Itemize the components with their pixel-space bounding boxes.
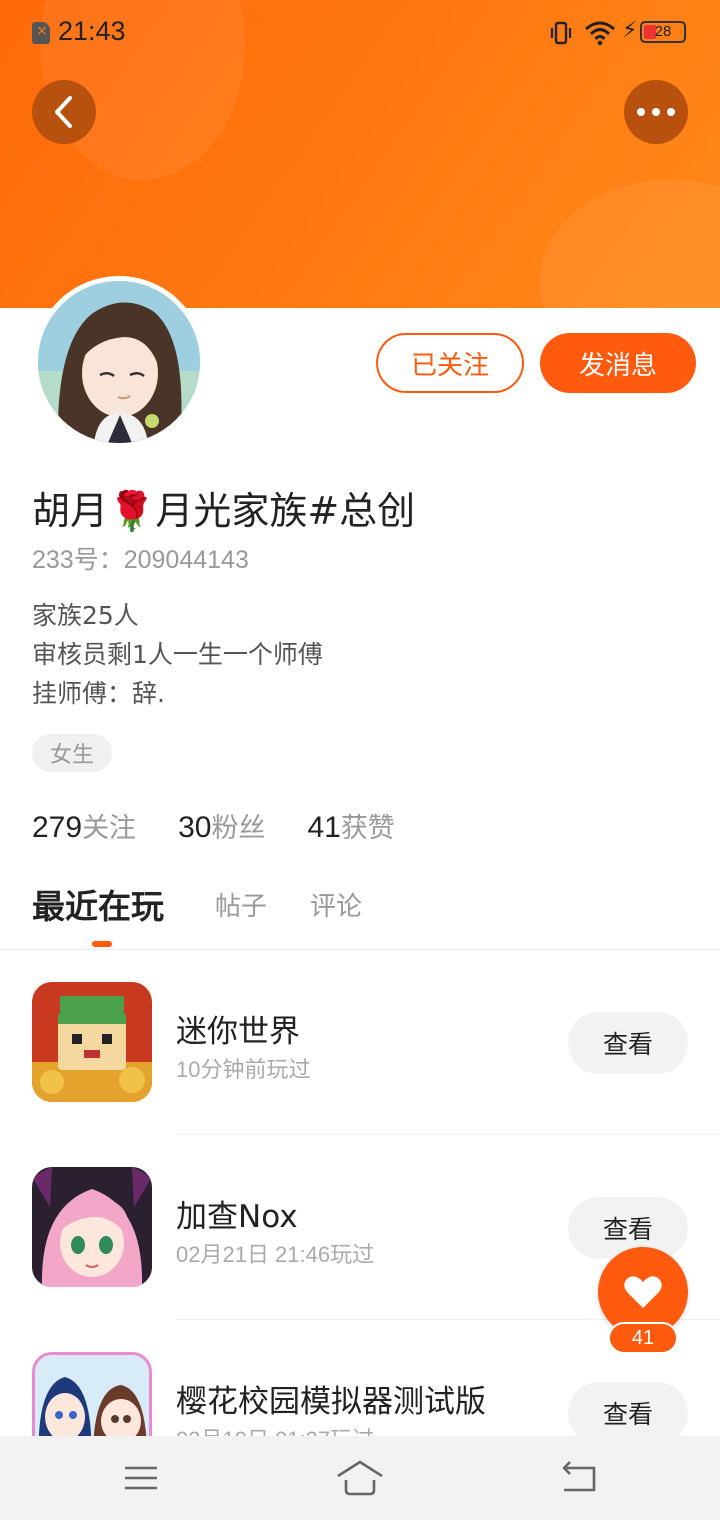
chevron-left-icon <box>55 96 72 128</box>
list-item[interactable]: 迷你世界 10分钟前玩过 查看 <box>0 950 720 1135</box>
status-time: 21:43 <box>58 16 126 46</box>
username: 胡月🌹月光家族#总创 <box>32 489 416 533</box>
heart-icon <box>624 1276 662 1308</box>
bio: 家族25人 审核员剩1人一生一个师傅 挂师傅：辞. <box>32 596 323 713</box>
sim-card-icon <box>32 22 50 44</box>
tab-comments[interactable]: 评论 <box>310 886 362 923</box>
view-button[interactable]: 查看 <box>568 1382 688 1444</box>
stat-likes[interactable]: 41 获赞 <box>307 806 394 845</box>
avatar[interactable] <box>33 276 205 448</box>
system-navigation-bar <box>0 1436 720 1520</box>
menu-icon[interactable] <box>121 1458 161 1498</box>
stat-number: 30 <box>178 811 212 844</box>
gender-tag: 女生 <box>32 734 112 772</box>
mini-world-icon <box>32 982 152 1102</box>
home-icon[interactable] <box>336 1458 384 1498</box>
game-title: 加查Nox <box>176 1199 298 1235</box>
game-last-played: 10分钟前玩过 <box>176 1057 311 1082</box>
back-button[interactable] <box>32 80 96 144</box>
user-id: 233号：209044143 <box>32 546 249 574</box>
battery-level: 28 <box>654 23 672 40</box>
stat-label: 获赞 <box>340 813 395 844</box>
tab-posts[interactable]: 帖子 <box>215 886 267 923</box>
more-dots-icon <box>637 108 675 116</box>
status-bar: 21:43 ⚡ 28 <box>0 0 720 66</box>
vibrate-icon <box>550 21 572 45</box>
game-list: 迷你世界 10分钟前玩过 查看 加查Nox 02月21日 21:46玩过 查看 <box>0 950 720 1505</box>
stat-number: 279 <box>32 811 83 844</box>
stats-row: 279 关注 30 粉丝 41 获赞 <box>32 806 437 845</box>
wifi-icon <box>585 21 615 46</box>
profile-tabs: 最近在玩 帖子 评论 <box>0 880 720 950</box>
back-nav-icon[interactable] <box>560 1458 600 1498</box>
like-count-badge: 41 <box>608 1322 678 1354</box>
bio-line: 审核员剩1人一生一个师傅 <box>32 640 323 669</box>
stat-number: 41 <box>307 811 341 844</box>
avatar-image <box>38 281 200 443</box>
more-button[interactable] <box>624 80 688 144</box>
game-last-played: 02月21日 21:46玩过 <box>176 1242 375 1267</box>
followed-button[interactable]: 已关注 <box>376 333 524 393</box>
game-title: 樱花校园模拟器测试版 <box>176 1384 486 1420</box>
charging-icon: ⚡ <box>622 18 638 43</box>
battery-icon: 28 <box>640 21 686 43</box>
tab-indicator <box>92 941 112 947</box>
stat-following[interactable]: 279 关注 <box>32 806 136 845</box>
stat-label: 关注 <box>82 813 137 844</box>
tab-recently-played[interactable]: 最近在玩 <box>32 880 164 928</box>
bio-line: 家族25人 <box>32 601 139 630</box>
bio-line: 挂师傅：辞. <box>32 679 165 708</box>
gacha-nox-icon <box>32 1167 152 1287</box>
game-title: 迷你世界 <box>176 1014 300 1050</box>
send-message-button[interactable]: 发消息 <box>540 333 696 393</box>
stat-label: 粉丝 <box>211 813 266 844</box>
view-button[interactable]: 查看 <box>568 1012 688 1074</box>
stat-fans[interactable]: 30 粉丝 <box>178 806 265 845</box>
